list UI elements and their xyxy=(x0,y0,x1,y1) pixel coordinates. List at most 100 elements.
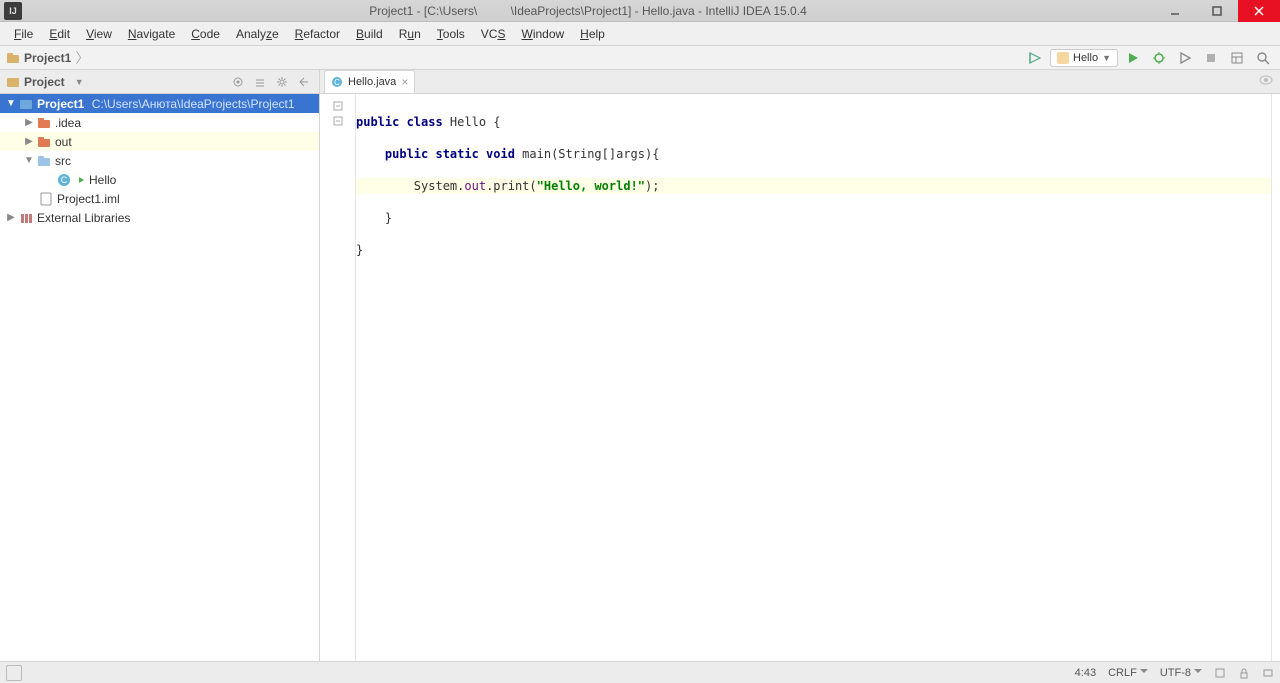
encoding-picker[interactable]: UTF-8 xyxy=(1160,667,1202,679)
project-structure-button[interactable] xyxy=(1226,48,1248,68)
tree-item-src[interactable]: ▼ src xyxy=(0,151,319,170)
file-icon xyxy=(38,191,54,207)
config-icon xyxy=(1057,52,1069,64)
hide-panel-button[interactable] xyxy=(295,73,313,91)
tree-item-idea[interactable]: ▶ .idea xyxy=(0,113,319,132)
code-token: } xyxy=(356,211,392,225)
code-token: } xyxy=(356,243,363,257)
window-title: Project1 - [C:\Users\ \IdeaProjects\Proj… xyxy=(22,4,1154,18)
app-icon: IJ xyxy=(4,2,22,20)
svg-text:C: C xyxy=(61,175,68,185)
menu-analyze[interactable]: Analyze xyxy=(228,24,287,44)
menu-refactor[interactable]: Refactor xyxy=(287,24,348,44)
scroll-from-source-button[interactable] xyxy=(229,73,247,91)
code-token: public class xyxy=(356,115,450,129)
notifications-icon[interactable] xyxy=(1262,667,1274,679)
tab-close-button[interactable]: × xyxy=(401,75,408,89)
source-folder-icon xyxy=(36,153,52,169)
menu-view[interactable]: View xyxy=(78,24,120,44)
svg-text:C: C xyxy=(334,78,340,87)
java-file-icon: C xyxy=(331,76,343,88)
menu-help[interactable]: Help xyxy=(572,24,613,44)
tool-windows-button[interactable] xyxy=(6,665,22,681)
run-button[interactable] xyxy=(1122,48,1144,68)
folder-icon xyxy=(36,115,52,131)
main-area: Project ▼ ▼ Project1 C:\Users\Анюта\Idea… xyxy=(0,70,1280,661)
menu-run[interactable]: Run xyxy=(391,24,429,44)
maximize-button[interactable] xyxy=(1196,0,1238,22)
gutter-fold-icon[interactable] xyxy=(320,98,355,113)
runnable-icon xyxy=(78,176,86,184)
code-token: Hello { xyxy=(450,115,501,129)
debug-button[interactable] xyxy=(1148,48,1170,68)
project-icon xyxy=(6,75,20,89)
editor-tabbar: C Hello.java × xyxy=(320,70,1280,94)
project-tree[interactable]: ▼ Project1 C:\Users\Анюта\IdeaProjects\P… xyxy=(0,94,319,661)
breadcrumb-root: Project1 xyxy=(24,51,71,65)
expand-arrow-icon: ▼ xyxy=(4,98,18,109)
collapse-all-button[interactable] xyxy=(251,73,269,91)
tree-root-project[interactable]: ▼ Project1 C:\Users\Анюта\IdeaProjects\P… xyxy=(0,94,319,113)
expand-arrow-icon: ▶ xyxy=(4,212,18,223)
code-token: out xyxy=(464,179,486,193)
chevron-down-icon: ▼ xyxy=(75,77,84,87)
menu-code[interactable]: Code xyxy=(183,24,228,44)
expand-arrow-icon: ▼ xyxy=(22,155,36,166)
lock-icon[interactable] xyxy=(1238,667,1250,679)
tree-label: .idea xyxy=(55,116,81,130)
code-token: main(String[]args){ xyxy=(522,147,659,161)
navigation-bar: Project1 〉 Hello ▼ xyxy=(0,46,1280,70)
code-token: "Hello, world!" xyxy=(537,179,645,193)
stop-button[interactable] xyxy=(1200,48,1222,68)
java-class-icon: C xyxy=(56,172,72,188)
run-config-label: Hello xyxy=(1073,52,1098,64)
tab-label: Hello.java xyxy=(348,76,396,88)
editor-area: C Hello.java × public class Hello { publ… xyxy=(320,70,1280,661)
editor-gutter[interactable] xyxy=(320,94,356,661)
menu-vcs[interactable]: VCS xyxy=(473,24,514,44)
line-separator-picker[interactable]: CRLF xyxy=(1108,667,1148,679)
tree-item-external-libraries[interactable]: ▶ External Libraries xyxy=(0,208,319,227)
make-project-button[interactable] xyxy=(1024,48,1046,68)
menu-window[interactable]: Window xyxy=(513,24,572,44)
chevron-down-icon: ▼ xyxy=(1102,53,1111,63)
code-editor[interactable]: public class Hello { public static void … xyxy=(356,94,1272,661)
libraries-icon xyxy=(18,210,34,226)
menu-build[interactable]: Build xyxy=(348,24,391,44)
project-tool-window: Project ▼ ▼ Project1 C:\Users\Анюта\Idea… xyxy=(0,70,320,661)
tree-path: C:\Users\Анюта\IdeaProjects\Project1 xyxy=(92,97,295,111)
search-everywhere-button[interactable] xyxy=(1252,48,1274,68)
caret-position[interactable]: 4:43 xyxy=(1075,667,1096,679)
minimize-button[interactable] xyxy=(1154,0,1196,22)
tree-label: Project1 xyxy=(37,97,84,111)
menu-tools[interactable]: Tools xyxy=(429,24,473,44)
inspection-eye-icon[interactable] xyxy=(1258,72,1274,88)
insert-mode-indicator[interactable] xyxy=(1214,667,1226,679)
menu-file[interactable]: File xyxy=(6,24,41,44)
breadcrumb[interactable]: Project1 〉 xyxy=(6,48,93,68)
statusbar: 4:43 CRLF UTF-8 xyxy=(0,661,1280,683)
project-view-combo[interactable]: Project ▼ xyxy=(6,75,84,89)
tree-item-iml[interactable]: Project1.iml xyxy=(0,189,319,208)
run-configuration-combo[interactable]: Hello ▼ xyxy=(1050,49,1118,67)
settings-button[interactable] xyxy=(273,73,291,91)
code-token: .print( xyxy=(486,179,537,193)
menu-navigate[interactable]: Navigate xyxy=(120,24,183,44)
code-token: System. xyxy=(356,179,464,193)
titlebar: IJ Project1 - [C:\Users\ \IdeaProjects\P… xyxy=(0,0,1280,22)
close-button[interactable] xyxy=(1238,0,1280,22)
tree-item-hello-class[interactable]: C Hello xyxy=(0,170,319,189)
tree-label: Hello xyxy=(89,173,116,187)
coverage-button[interactable] xyxy=(1174,48,1196,68)
menu-edit[interactable]: Edit xyxy=(41,24,78,44)
editor-tab-hello[interactable]: C Hello.java × xyxy=(324,70,415,93)
chevron-right-icon: 〉 xyxy=(75,48,89,68)
project-panel-title: Project xyxy=(24,75,65,89)
menu-label: ile xyxy=(21,27,33,41)
menubar: File Edit View Navigate Code Analyze Ref… xyxy=(0,22,1280,46)
module-icon xyxy=(18,96,34,112)
tree-item-out[interactable]: ▶ out xyxy=(0,132,319,151)
tree-label: src xyxy=(55,154,71,168)
gutter-fold-icon[interactable] xyxy=(320,113,355,128)
tree-label: External Libraries xyxy=(37,211,130,225)
